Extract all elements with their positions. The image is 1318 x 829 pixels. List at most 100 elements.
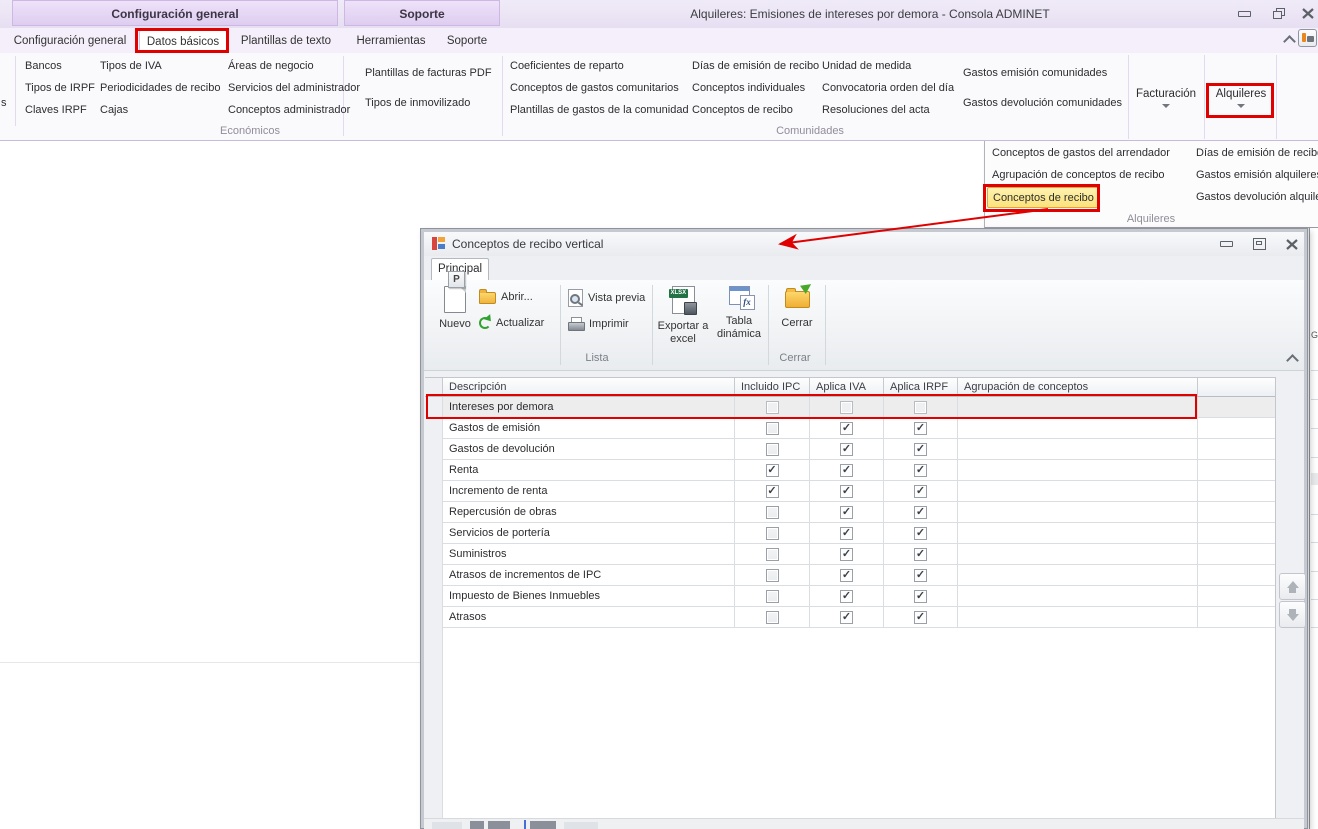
dialog-close-button[interactable] bbox=[1281, 236, 1303, 252]
aplica-irpf-checkbox[interactable]: ✓ bbox=[914, 485, 927, 498]
ribbon-item-2[interactable]: Resoluciones del acta bbox=[817, 99, 935, 121]
aplica-iva-checkbox[interactable]: ✓ bbox=[840, 422, 853, 435]
dialog-maximize-button[interactable] bbox=[1248, 236, 1270, 252]
ribbon-tab-herramientas[interactable]: Herramientas bbox=[352, 30, 430, 52]
cell-agrupacion[interactable] bbox=[958, 439, 1198, 459]
ribbon-item-0[interactable]: Áreas de negocio bbox=[223, 55, 319, 77]
minimize-button[interactable] bbox=[1233, 6, 1255, 22]
grid-header-incluido-ipc[interactable]: Incluido IPC bbox=[735, 378, 810, 396]
grid-row-8[interactable]: Atrasos de incrementos de IPC✓✓ bbox=[425, 565, 1275, 586]
cell-descripcion[interactable]: Impuesto de Bienes Inmuebles bbox=[443, 586, 735, 606]
ribbon-item-0[interactable]: Bancos bbox=[20, 55, 67, 77]
grid-row-10[interactable]: Atrasos ✓ ✓ bbox=[425, 607, 1275, 628]
grid-row-1[interactable]: Gastos de emisión ✓ ✓ bbox=[425, 418, 1275, 439]
vista-previa-button[interactable]: Vista previa bbox=[568, 289, 645, 307]
actualizar-button[interactable]: Actualizar bbox=[479, 317, 544, 329]
incluido-ipc-checkbox[interactable]: ✓ bbox=[766, 464, 779, 477]
aplica-iva-checkbox[interactable]: ✓ bbox=[840, 611, 853, 624]
ribbon-item-0[interactable]: Coeficientes de reparto bbox=[505, 55, 629, 77]
collapse-ribbon-button[interactable] bbox=[1278, 31, 1300, 47]
ribbon-item-1[interactable]: Tipos de IRPF bbox=[20, 77, 100, 99]
alquileres-dropdown-button[interactable]: Alquileres bbox=[1206, 88, 1276, 108]
cell-descripcion[interactable]: Atrasos de incrementos de IPC bbox=[443, 565, 735, 585]
ribbon-item-1[interactable]: Convocatoria orden del día bbox=[817, 77, 959, 99]
ribbon-tab-soporte[interactable]: Soporte bbox=[437, 30, 497, 52]
cell-descripcion[interactable]: Intereses por demora bbox=[443, 397, 735, 417]
incluido-ipc-checkbox[interactable] bbox=[766, 506, 779, 519]
ribbon-item-2[interactable]: Cajas bbox=[95, 99, 133, 121]
aplica-irpf-checkbox[interactable]: ✓ bbox=[914, 464, 927, 477]
aplica-iva-checkbox[interactable]: ✓ bbox=[840, 443, 853, 456]
incluido-ipc-checkbox[interactable] bbox=[766, 611, 779, 624]
restore-button[interactable] bbox=[1268, 5, 1290, 21]
aplica-iva-checkbox[interactable]: ✓ bbox=[840, 548, 853, 561]
move-row-down-button[interactable] bbox=[1279, 601, 1306, 628]
menu-item-0[interactable]: Días de emisión de recibo bbox=[1191, 143, 1318, 165]
aplica-irpf-checkbox[interactable]: ✓ bbox=[914, 527, 927, 540]
aplica-irpf-checkbox[interactable]: ✓ bbox=[914, 569, 927, 582]
move-row-up-button[interactable] bbox=[1279, 573, 1306, 600]
grid-row-5[interactable]: Repercusión de obras ✓ ✓ bbox=[425, 502, 1275, 523]
ribbon-item-1[interactable]: Servicios del administrador bbox=[223, 77, 365, 99]
grid-row-3[interactable]: Renta✓✓✓ bbox=[425, 460, 1275, 481]
grid-header-aplica-iva[interactable]: Aplica IVA bbox=[810, 378, 884, 396]
cerrar-button[interactable]: Cerrar bbox=[771, 282, 823, 329]
cell-agrupacion[interactable] bbox=[958, 418, 1198, 438]
aplica-irpf-checkbox[interactable] bbox=[914, 401, 927, 414]
ribbon-item-0[interactable]: Plantillas de facturas PDF bbox=[360, 58, 497, 88]
ribbon-item-1[interactable]: Conceptos de gastos comunitarios bbox=[505, 77, 684, 99]
cell-descripcion[interactable]: Suministros bbox=[443, 544, 735, 564]
incluido-ipc-checkbox[interactable] bbox=[766, 548, 779, 561]
help-app-icon[interactable] bbox=[1298, 29, 1317, 47]
grid-row-6[interactable]: Servicios de portería ✓ ✓ bbox=[425, 523, 1275, 544]
ribbon-item-1[interactable]: Gastos devolución comunidades bbox=[958, 88, 1127, 118]
grid-row-4[interactable]: Incremento de renta✓✓✓ bbox=[425, 481, 1275, 502]
ribbon-item-0[interactable]: Días de emisión de recibo bbox=[687, 55, 824, 77]
incluido-ipc-checkbox[interactable] bbox=[766, 527, 779, 540]
ribbon-item-1[interactable]: Tipos de inmovilizado bbox=[360, 88, 475, 118]
facturacion-dropdown-button[interactable]: Facturación bbox=[1130, 88, 1202, 108]
incluido-ipc-checkbox[interactable] bbox=[766, 569, 779, 582]
cell-agrupacion[interactable] bbox=[958, 607, 1198, 627]
aplica-iva-checkbox[interactable] bbox=[840, 401, 853, 414]
aplica-irpf-checkbox[interactable]: ✓ bbox=[914, 422, 927, 435]
menu-item-2[interactable]: Conceptos de recibo bbox=[987, 187, 1100, 208]
aplica-iva-checkbox[interactable]: ✓ bbox=[840, 590, 853, 603]
cell-agrupacion[interactable] bbox=[958, 397, 1198, 417]
menu-item-1[interactable]: Gastos emisión alquileres bbox=[1191, 165, 1318, 187]
close-button[interactable] bbox=[1297, 5, 1318, 21]
cell-descripcion[interactable]: Atrasos bbox=[443, 607, 735, 627]
cell-agrupacion[interactable] bbox=[958, 523, 1198, 543]
ribbon-tab-plantillas-de-texto[interactable]: Plantillas de texto bbox=[236, 30, 336, 52]
aplica-irpf-checkbox[interactable]: ✓ bbox=[914, 611, 927, 624]
aplica-irpf-checkbox[interactable]: ✓ bbox=[914, 506, 927, 519]
aplica-iva-checkbox[interactable]: ✓ bbox=[840, 527, 853, 540]
incluido-ipc-checkbox[interactable] bbox=[766, 422, 779, 435]
cell-descripcion[interactable]: Gastos de emisión bbox=[443, 418, 735, 438]
ribbon-item-0[interactable]: Gastos emisión comunidades bbox=[958, 58, 1112, 88]
imprimir-button[interactable]: Imprimir bbox=[568, 317, 629, 330]
cell-agrupacion[interactable] bbox=[958, 502, 1198, 522]
ribbon-item-2[interactable]: Conceptos administrador bbox=[223, 99, 355, 121]
aplica-irpf-checkbox[interactable]: ✓ bbox=[914, 590, 927, 603]
grid-header-aplica-irpf[interactable]: Aplica IRPF bbox=[884, 378, 958, 396]
ribbon-tab-datos-basicos[interactable]: Datos básicos bbox=[139, 30, 227, 52]
aplica-irpf-checkbox[interactable]: ✓ bbox=[914, 443, 927, 456]
ribbon-item-2[interactable]: Claves IRPF bbox=[20, 99, 92, 121]
grid-row-9[interactable]: Impuesto de Bienes Inmuebles ✓ ✓ bbox=[425, 586, 1275, 607]
incluido-ipc-checkbox[interactable]: ✓ bbox=[766, 485, 779, 498]
aplica-iva-checkbox[interactable]: ✓ bbox=[840, 506, 853, 519]
cell-descripcion[interactable]: Renta bbox=[443, 460, 735, 480]
menu-item-2[interactable]: Gastos devolución alquileres bbox=[1191, 187, 1318, 209]
ribbon-tab-configuracion-general[interactable]: Configuración general bbox=[12, 30, 128, 52]
grid-header-descripcion[interactable]: Descripción bbox=[443, 378, 735, 396]
aplica-iva-checkbox[interactable]: ✓ bbox=[840, 485, 853, 498]
ribbon-item-0[interactable]: Tipos de IVA bbox=[95, 55, 167, 77]
grid-row-0[interactable]: Intereses por demora bbox=[425, 397, 1275, 418]
cell-descripcion[interactable]: Servicios de portería bbox=[443, 523, 735, 543]
cell-descripcion[interactable]: Repercusión de obras bbox=[443, 502, 735, 522]
menu-item-0[interactable]: Conceptos de gastos del arrendador bbox=[987, 143, 1175, 165]
incluido-ipc-checkbox[interactable] bbox=[766, 401, 779, 414]
cell-agrupacion[interactable] bbox=[958, 565, 1198, 585]
cell-agrupacion[interactable] bbox=[958, 586, 1198, 606]
